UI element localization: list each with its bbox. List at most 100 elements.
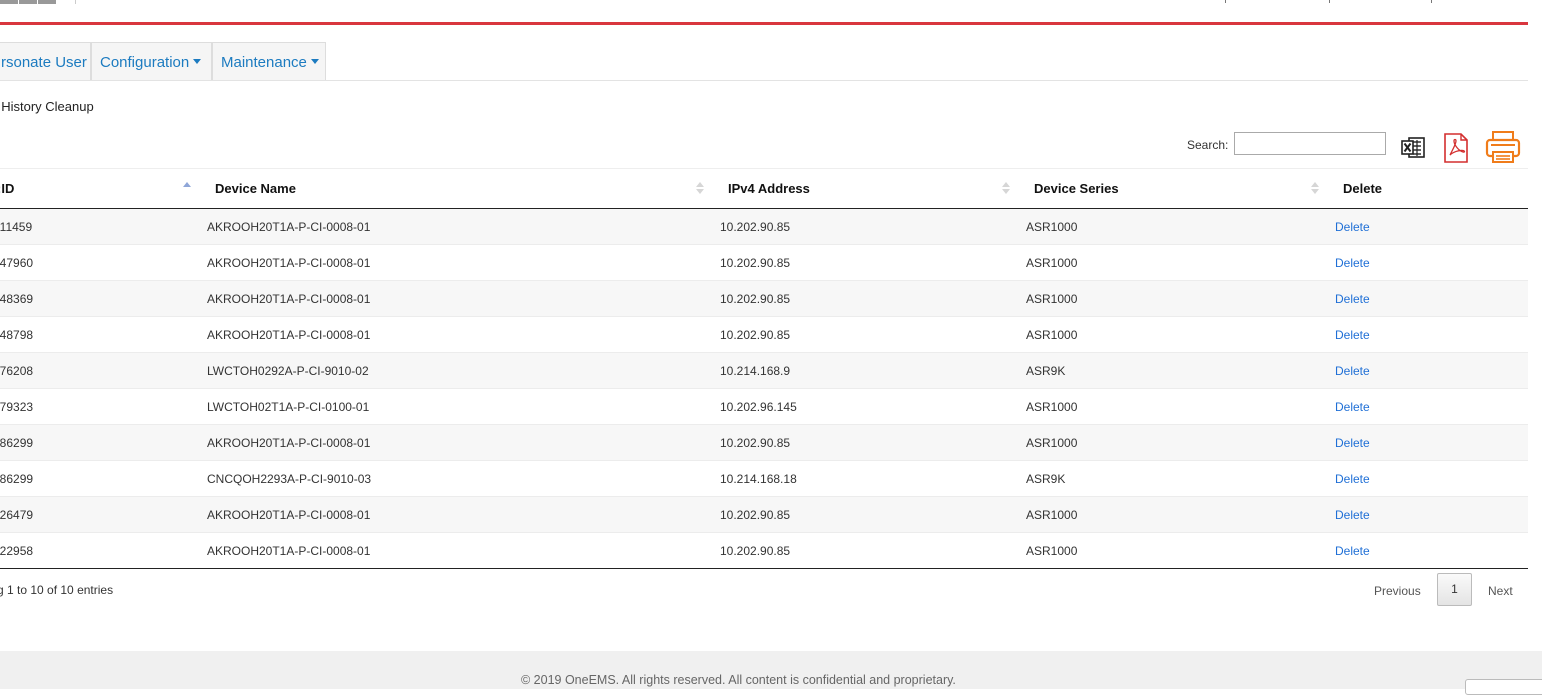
nav-tab-label: rsonate User bbox=[1, 54, 87, 71]
page-title: t History Cleanup bbox=[0, 99, 94, 114]
app-logo: ▬▬▬ bbox=[0, 0, 58, 8]
table-info: g 1 to 10 of 10 entries bbox=[0, 583, 114, 597]
column-header-label: Device Name bbox=[215, 181, 296, 196]
cell-delete: Delete bbox=[1335, 280, 1528, 317]
delete-link[interactable]: Delete bbox=[1335, 256, 1370, 270]
nav-divider bbox=[0, 80, 1528, 81]
column-header-ipv4-address[interactable]: IPv4 Address bbox=[720, 168, 1026, 209]
table-row: 426479 AKROOH20T1A-P-CI-0008-01 10.202.9… bbox=[0, 496, 1528, 533]
cell-id: 311459 bbox=[0, 208, 207, 245]
delete-link[interactable]: Delete bbox=[1335, 508, 1370, 522]
cell-ipv4-address: 10.202.90.85 bbox=[720, 280, 1026, 317]
search-input[interactable] bbox=[1234, 132, 1386, 155]
cell-id: 322958 bbox=[0, 532, 207, 569]
delete-link[interactable]: Delete bbox=[1335, 328, 1370, 342]
cell-device-name: AKROOH20T1A-P-CI-0008-01 bbox=[207, 244, 720, 281]
caret-down-icon bbox=[193, 58, 202, 64]
cell-id: 347960 bbox=[0, 244, 207, 281]
nav-tab-maintenance[interactable]: Maintenance bbox=[212, 42, 326, 80]
column-header-label: Delete bbox=[1343, 181, 1383, 196]
cell-device-name: AKROOH20T1A-P-CI-0008-01 bbox=[207, 208, 720, 245]
page-number-button[interactable]: 1 bbox=[1437, 573, 1472, 606]
cell-device-series: ASR9K bbox=[1026, 460, 1335, 497]
delete-link[interactable]: Delete bbox=[1335, 544, 1370, 558]
cell-device-name: AKROOH20T1A-P-CI-0008-01 bbox=[207, 316, 720, 353]
cell-device-name: AKROOH20T1A-P-CI-0008-01 bbox=[207, 532, 720, 569]
print-button[interactable] bbox=[1485, 130, 1521, 166]
header-divider bbox=[1431, 0, 1432, 3]
header-accent-line bbox=[0, 22, 1528, 25]
excel-icon bbox=[1401, 137, 1425, 158]
table-row: 322958 AKROOH20T1A-P-CI-0008-01 10.202.9… bbox=[0, 532, 1528, 569]
table-row: 348798 AKROOH20T1A-P-CI-0008-01 10.202.9… bbox=[0, 316, 1528, 353]
cell-device-series: ASR1000 bbox=[1026, 388, 1335, 425]
column-header-label: :ID bbox=[0, 181, 15, 196]
cell-ipv4-address: 10.202.96.145 bbox=[720, 388, 1026, 425]
cell-device-name: CNCQOH2293A-P-CI-9010-03 bbox=[207, 460, 720, 497]
column-header-delete: Delete bbox=[1335, 168, 1528, 209]
footer: © 2019 OneEMS. All rights reserved. All … bbox=[0, 651, 1542, 689]
table-row: 347960 AKROOH20T1A-P-CI-0008-01 10.202.9… bbox=[0, 244, 1528, 281]
next-page-button[interactable]: Next bbox=[1488, 584, 1513, 598]
column-header-id[interactable]: :ID bbox=[0, 168, 207, 209]
sort-ascending-icon bbox=[183, 182, 191, 194]
cell-device-series: ASR1000 bbox=[1026, 244, 1335, 281]
delete-link[interactable]: Delete bbox=[1335, 220, 1370, 234]
cell-id: 426479 bbox=[0, 496, 207, 533]
cell-ipv4-address: 10.202.90.85 bbox=[720, 424, 1026, 461]
cell-ipv4-address: 10.202.90.85 bbox=[720, 532, 1026, 569]
cell-device-name: AKROOH20T1A-P-CI-0008-01 bbox=[207, 280, 720, 317]
sort-icon bbox=[1311, 182, 1319, 194]
cell-device-series: ASR1000 bbox=[1026, 316, 1335, 353]
column-header-device-name[interactable]: Device Name bbox=[207, 168, 720, 209]
cell-id: 379323 bbox=[0, 388, 207, 425]
cell-delete: Delete bbox=[1335, 496, 1528, 533]
cell-delete: Delete bbox=[1335, 352, 1528, 389]
nav-tab-configuration[interactable]: Configuration bbox=[91, 42, 212, 80]
cell-ipv4-address: 10.202.90.85 bbox=[720, 208, 1026, 245]
cell-device-series: ASR1000 bbox=[1026, 280, 1335, 317]
column-header-device-series[interactable]: Device Series bbox=[1026, 168, 1335, 209]
excel-export-button[interactable] bbox=[1400, 130, 1428, 166]
cell-id: 348369 bbox=[0, 280, 207, 317]
delete-link[interactable]: Delete bbox=[1335, 400, 1370, 414]
cell-ipv4-address: 10.202.90.85 bbox=[720, 316, 1026, 353]
table-row: 376208 LWCTOH0292A-P-CI-9010-02 10.214.1… bbox=[0, 352, 1528, 389]
nav-tab-label: Configuration bbox=[100, 54, 190, 71]
header-divider bbox=[1225, 0, 1226, 3]
delete-link[interactable]: Delete bbox=[1335, 472, 1370, 486]
cell-device-series: ASR1000 bbox=[1026, 208, 1335, 245]
cell-delete: Delete bbox=[1335, 460, 1528, 497]
corner-widget[interactable] bbox=[1465, 679, 1542, 695]
delete-link[interactable]: Delete bbox=[1335, 292, 1370, 306]
cell-ipv4-address: 10.202.90.85 bbox=[720, 244, 1026, 281]
header-divider bbox=[1329, 0, 1330, 3]
nav-tab-impersonate-user[interactable]: rsonate User bbox=[0, 42, 91, 80]
column-header-label: Device Series bbox=[1034, 181, 1119, 196]
cell-delete: Delete bbox=[1335, 388, 1528, 425]
cell-id: 348798 bbox=[0, 316, 207, 353]
cell-id: 386299 bbox=[0, 460, 207, 497]
cell-device-series: ASR9K bbox=[1026, 352, 1335, 389]
table-row: 348369 AKROOH20T1A-P-CI-0008-01 10.202.9… bbox=[0, 280, 1528, 317]
delete-link[interactable]: Delete bbox=[1335, 436, 1370, 450]
sort-icon bbox=[696, 182, 704, 194]
cell-device-name: LWCTOH0292A-P-CI-9010-02 bbox=[207, 352, 720, 389]
cell-delete: Delete bbox=[1335, 244, 1528, 281]
cell-device-series: ASR1000 bbox=[1026, 496, 1335, 533]
cell-ipv4-address: 10.202.90.85 bbox=[720, 496, 1026, 533]
cell-delete: Delete bbox=[1335, 208, 1528, 245]
nav-tab-label: Maintenance bbox=[221, 54, 307, 71]
print-icon bbox=[1485, 131, 1521, 163]
previous-page-button[interactable]: Previous bbox=[1374, 584, 1421, 598]
cell-delete: Delete bbox=[1335, 532, 1528, 569]
pdf-export-button[interactable] bbox=[1442, 130, 1470, 166]
top-header: ▬▬▬ bbox=[0, 0, 1528, 22]
cell-device-series: ASR1000 bbox=[1026, 532, 1335, 569]
data-table: :ID Device Name IPv4 Address Device Seri… bbox=[0, 168, 1528, 569]
cell-ipv4-address: 10.214.168.18 bbox=[720, 460, 1026, 497]
column-header-label: IPv4 Address bbox=[728, 181, 810, 196]
cell-delete: Delete bbox=[1335, 424, 1528, 461]
delete-link[interactable]: Delete bbox=[1335, 364, 1370, 378]
sort-icon bbox=[1002, 182, 1010, 194]
